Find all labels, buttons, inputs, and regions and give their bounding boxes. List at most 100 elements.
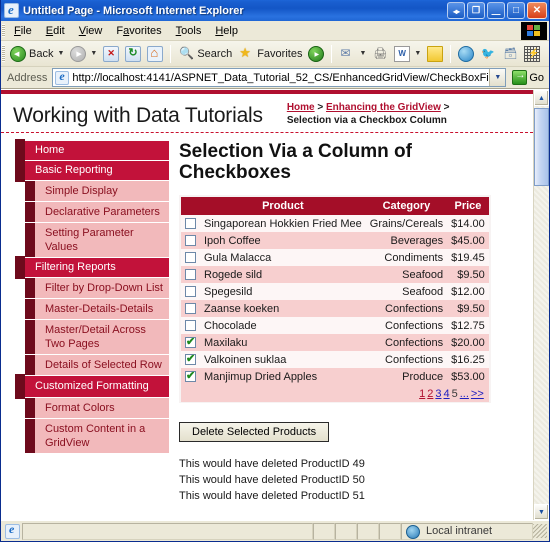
minimize-button[interactable]: [487, 2, 505, 19]
restore-button[interactable]: [467, 2, 485, 19]
sidebar-item-home[interactable]: Home: [15, 139, 169, 162]
breadcrumb-home-link[interactable]: Home: [287, 102, 315, 113]
status-pane-2: [335, 522, 357, 540]
resize-grip[interactable]: [533, 524, 547, 538]
forward-dropdown-icon[interactable]: ▼: [90, 50, 97, 57]
print-button[interactable]: [369, 45, 391, 63]
page-scrollbar[interactable]: ▲ ▼: [533, 90, 549, 520]
toggle-size-button[interactable]: [447, 2, 465, 19]
checkbox-unchecked-icon[interactable]: [185, 218, 196, 230]
sidebar-item-custom-content-in-a-gridview[interactable]: Custom Content in a GridView: [25, 419, 169, 454]
mail-button[interactable]: ▼: [336, 45, 369, 63]
gridview-footer: 1 2 3 4 5... >>: [181, 385, 489, 402]
row-select-cell[interactable]: [181, 266, 200, 283]
research-button[interactable]: [499, 45, 521, 63]
sidebar-item-filtering-reports[interactable]: Filtering Reports: [15, 256, 169, 279]
products-gridview: Product Category Price Singaporean Hokki…: [181, 197, 489, 402]
edit-icon: [394, 45, 411, 62]
row-select-cell[interactable]: [181, 351, 200, 368]
menu-tools[interactable]: Tools: [169, 23, 209, 39]
home-button[interactable]: [144, 45, 166, 63]
scrollbar-track[interactable]: [534, 106, 549, 504]
favorites-button[interactable]: Favorites: [235, 45, 305, 63]
scrollbar-thumb[interactable]: [534, 108, 549, 186]
pager-link[interactable]: ...: [460, 388, 469, 400]
row-select-cell[interactable]: [181, 300, 200, 317]
sidebar-item-master-detail-across-two-pages[interactable]: Master/Detail Across Two Pages: [25, 320, 169, 355]
sidebar-item-declarative-parameters[interactable]: Declarative Parameters: [25, 202, 169, 223]
checkbox-checked-icon[interactable]: [185, 335, 196, 349]
pager-link[interactable]: 2: [427, 388, 433, 400]
edit-dropdown-icon[interactable]: ▼: [414, 50, 421, 57]
sidebar-item-format-colors[interactable]: Format Colors: [25, 398, 169, 419]
pager-link[interactable]: >>: [471, 388, 484, 400]
media-button[interactable]: [305, 45, 327, 63]
delete-selected-products-button[interactable]: Delete Selected Products: [179, 422, 330, 442]
back-button[interactable]: Back ▼: [7, 45, 67, 63]
row-select-cell[interactable]: [181, 317, 200, 334]
edit-button[interactable]: ▼: [391, 45, 424, 63]
row-select-cell[interactable]: [181, 232, 200, 249]
sidebar-item-customized-formatting[interactable]: Customized Formatting: [15, 374, 169, 399]
pager-current-page: 5: [451, 387, 458, 400]
go-button[interactable]: Go: [509, 70, 547, 85]
checkbox-unchecked-icon[interactable]: [185, 286, 196, 298]
address-dropdown-icon[interactable]: ▼: [489, 69, 506, 86]
print-icon: [372, 46, 388, 62]
cell-category: Confections: [365, 317, 448, 334]
messenger-button[interactable]: [455, 45, 477, 63]
menu-favorites[interactable]: Favorites: [109, 23, 168, 39]
checkbox-unchecked-icon[interactable]: [185, 235, 196, 247]
menu-view[interactable]: View: [72, 23, 110, 39]
status-pane-1: [313, 522, 335, 540]
column-header-select: [181, 197, 200, 215]
sidebar-item-filter-by-drop-down-list[interactable]: Filter by Drop-Down List: [25, 278, 169, 299]
pager-link[interactable]: 1: [419, 388, 425, 400]
sidebar-item-details-of-selected-row[interactable]: Details of Selected Row: [25, 355, 169, 376]
back-dropdown-icon[interactable]: ▼: [57, 50, 64, 57]
cell-product: Ipoh Coffee: [200, 232, 366, 249]
sidebar-item-master-details-details[interactable]: Master-Details-Details: [25, 299, 169, 320]
checkbox-unchecked-icon[interactable]: [185, 269, 196, 281]
menu-edit[interactable]: Edit: [39, 23, 72, 39]
row-select-cell[interactable]: [181, 368, 200, 385]
checkbox-unchecked-icon[interactable]: [185, 252, 196, 264]
stop-button[interactable]: [100, 45, 122, 63]
sidebar-item-simple-display[interactable]: Simple Display: [25, 181, 169, 202]
row-select-cell[interactable]: [181, 334, 200, 351]
sidebar-item-basic-reporting[interactable]: Basic Reporting: [15, 159, 169, 182]
breadcrumb-section-link[interactable]: Enhancing the GridView: [326, 102, 441, 113]
scroll-down-button[interactable]: ▼: [534, 504, 549, 520]
column-header-category: Category: [365, 197, 448, 215]
mail-dropdown-icon[interactable]: ▼: [359, 50, 366, 57]
maximize-button[interactable]: [507, 2, 525, 19]
pager-link[interactable]: 3: [435, 388, 441, 400]
forward-button[interactable]: ▼: [67, 45, 100, 63]
row-select-cell[interactable]: [181, 215, 200, 232]
bird-button[interactable]: [477, 45, 499, 63]
security-zone[interactable]: Local intranet: [401, 522, 533, 540]
address-input[interactable]: http://localhost:4141/ASPNET_Data_Tutori…: [52, 68, 507, 87]
menu-help[interactable]: Help: [208, 23, 245, 39]
notes-button[interactable]: [424, 45, 446, 63]
checkbox-checked-icon[interactable]: [185, 369, 196, 383]
close-button[interactable]: [527, 2, 547, 19]
checkbox-unchecked-icon[interactable]: [185, 303, 196, 315]
back-label: Back: [29, 47, 54, 60]
checkbox-unchecked-icon[interactable]: [185, 320, 196, 332]
row-select-cell[interactable]: [181, 249, 200, 266]
search-label: Search: [197, 47, 233, 60]
pager-link[interactable]: 4: [444, 388, 450, 400]
sidebar-item-setting-parameter-values[interactable]: Setting Parameter Values: [25, 223, 169, 258]
grid-button[interactable]: [521, 45, 543, 63]
row-select-cell[interactable]: [181, 283, 200, 300]
menu-file[interactable]: File: [7, 23, 39, 39]
checkbox-checked-icon[interactable]: [185, 352, 196, 366]
scroll-up-button[interactable]: ▲: [534, 90, 549, 106]
table-row: Rogede sild Seafood $9.50: [181, 266, 489, 283]
search-icon: [178, 46, 194, 62]
home-icon: [147, 45, 164, 62]
research-icon: [502, 46, 518, 62]
search-button[interactable]: Search: [175, 45, 235, 63]
refresh-button[interactable]: [122, 45, 144, 63]
